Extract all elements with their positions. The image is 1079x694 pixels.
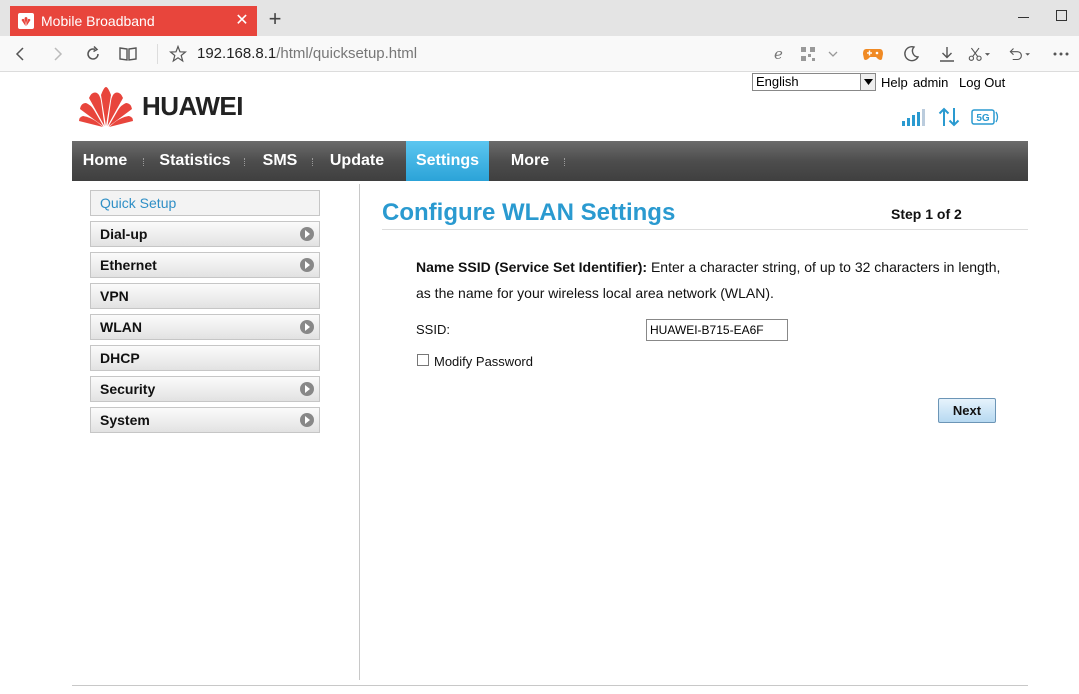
svg-text:e: e — [774, 46, 783, 62]
5g-badge-text: 5G — [976, 113, 990, 124]
signal-icon — [900, 106, 928, 128]
maximize-icon[interactable] — [1056, 10, 1067, 21]
nav-home[interactable]: Home — [72, 141, 138, 181]
sidebar-item-label: System — [100, 412, 150, 428]
logout-link[interactable]: Log Out — [959, 75, 1005, 90]
language-value: English — [756, 74, 799, 89]
sidebar-item-label: Ethernet — [100, 257, 157, 273]
nav-sms[interactable]: SMS — [254, 141, 306, 181]
sidebar-item-label: VPN — [100, 288, 129, 304]
modify-password-label[interactable]: Modify Password — [434, 354, 533, 369]
ssid-label: SSID: — [416, 322, 450, 337]
forward-icon[interactable] — [46, 43, 68, 65]
undo-icon[interactable] — [1008, 43, 1030, 65]
new-tab-icon[interactable]: + — [264, 8, 286, 30]
sidebar-item-label: DHCP — [100, 350, 140, 366]
tab-close-icon[interactable]: ✕ — [235, 13, 249, 29]
help-link[interactable]: Help — [881, 75, 908, 90]
more-icon[interactable] — [1050, 43, 1072, 65]
sidebar-item-wlan[interactable]: WLAN — [90, 314, 320, 340]
reader-icon[interactable] — [117, 43, 139, 65]
browser-tab-bar: Mobile Broadband ✕ + — [0, 0, 1079, 36]
ssid-description-heading: Name SSID (Service Set Identifier): — [416, 259, 648, 275]
expand-arrow-icon — [300, 413, 314, 427]
minimize-icon[interactable] — [1016, 8, 1032, 24]
sidebar-item-quick-setup[interactable]: Quick Setup — [90, 190, 320, 216]
sidebar-item-security[interactable]: Security — [90, 376, 320, 402]
qr-icon[interactable] — [797, 43, 819, 65]
chevron-down-icon[interactable] — [822, 43, 844, 65]
sidebar-item-label: Security — [100, 381, 156, 397]
footer-rule — [72, 685, 1028, 686]
sidebar-item-vpn[interactable]: VPN — [90, 283, 320, 309]
router-page: English Help admin Log Out HUAWEI 5G Hom… — [0, 72, 1079, 694]
url-field[interactable]: 192.168.8.1/html/quicksetup.html — [197, 45, 417, 62]
game-icon[interactable] — [862, 43, 884, 65]
expand-arrow-icon — [300, 320, 314, 334]
huawei-flower-icon — [79, 87, 133, 127]
nav-more[interactable]: More — [501, 141, 559, 181]
ssid-description: Name SSID (Service Set Identifier): Ente… — [416, 254, 1006, 306]
reload-icon[interactable] — [82, 43, 104, 65]
sidebar-item-label: WLAN — [100, 319, 142, 335]
address-separator — [157, 44, 158, 64]
nav-separator — [564, 158, 565, 166]
step-indicator: Step 1 of 2 — [891, 206, 962, 222]
sidebar-item-dhcp[interactable]: DHCP — [90, 345, 320, 371]
language-select[interactable]: English — [752, 73, 876, 91]
content-divider — [359, 184, 360, 680]
nav-update[interactable]: Update — [321, 141, 393, 181]
browser-address-bar: 192.168.8.1/html/quicksetup.html e — [0, 36, 1079, 72]
sidebar-item-label: Quick Setup — [100, 195, 177, 211]
ie-icon[interactable]: e — [768, 43, 790, 65]
5g-icon: 5G — [969, 106, 1001, 128]
sidebar-item-label: Dial-up — [100, 226, 148, 242]
url-path: /html/quicksetup.html — [276, 45, 418, 62]
nav-settings[interactable]: Settings — [406, 141, 489, 181]
star-icon[interactable] — [167, 43, 189, 65]
ssid-input[interactable] — [646, 319, 788, 341]
huawei-logo: HUAWEI — [78, 85, 258, 127]
modify-password-checkbox[interactable] — [417, 354, 429, 366]
huawei-favicon-icon — [18, 13, 34, 29]
next-button[interactable]: Next — [938, 398, 996, 423]
page-title: Configure WLAN Settings — [382, 199, 676, 226]
sidebar-item-system[interactable]: System — [90, 407, 320, 433]
browser-tab[interactable]: Mobile Broadband ✕ — [10, 6, 257, 36]
expand-arrow-icon — [300, 258, 314, 272]
nav-separator — [244, 158, 245, 166]
title-divider — [382, 229, 1028, 230]
expand-arrow-icon — [300, 382, 314, 396]
nav-separator — [143, 158, 144, 166]
user-name: admin — [913, 75, 949, 90]
moon-icon[interactable] — [900, 43, 922, 65]
transfer-arrows-icon — [936, 106, 962, 128]
scissors-icon[interactable] — [968, 43, 990, 65]
nav-separator — [312, 158, 313, 166]
sidebar-item-ethernet[interactable]: Ethernet — [90, 252, 320, 278]
dropdown-arrow-icon[interactable] — [860, 74, 875, 90]
expand-arrow-icon — [300, 227, 314, 241]
nav-statistics[interactable]: Statistics — [150, 141, 240, 181]
sidebar-item-dial-up[interactable]: Dial-up — [90, 221, 320, 247]
brand-name: HUAWEI — [142, 90, 244, 121]
url-host: 192.168.8.1 — [197, 45, 277, 62]
tab-title: Mobile Broadband — [41, 13, 155, 29]
download-icon[interactable] — [936, 43, 958, 65]
back-icon[interactable] — [10, 43, 32, 65]
main-nav: Home Statistics SMS Update Settings More — [72, 141, 1028, 181]
